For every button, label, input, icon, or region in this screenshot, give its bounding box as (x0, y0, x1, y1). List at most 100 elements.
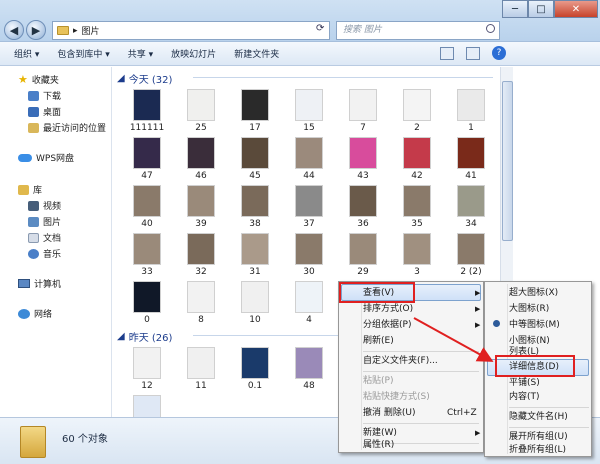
file-item[interactable]: 39 (175, 185, 227, 233)
close-button[interactable]: ✕ (554, 0, 598, 18)
sidebar-item-label: 网络 (34, 310, 53, 320)
file-item[interactable]: 25 (175, 89, 227, 137)
file-item[interactable]: 36 (337, 185, 389, 233)
menu-item-undo-delete[interactable]: 撤消 删除(U) Ctrl+Z (363, 405, 477, 421)
group-header-today[interactable]: ◢ 今天 (32) (117, 71, 172, 86)
sidebar-item-recent[interactable]: 最近访问的位置 (28, 121, 106, 134)
file-item[interactable]: 45 (229, 137, 281, 185)
file-item[interactable]: 111111 (121, 89, 173, 137)
menu-item-group[interactable]: 分组依据(P) ▶ (363, 317, 480, 333)
file-item[interactable]: 29 (337, 233, 389, 281)
back-button[interactable]: ◀ (4, 20, 24, 40)
file-item[interactable]: 31 (229, 233, 281, 281)
menu-item-medium-icons[interactable]: 中等图标(M) (509, 317, 560, 333)
file-item[interactable]: 2 (391, 89, 443, 137)
share-button[interactable]: 共享 ▾ (128, 47, 153, 60)
file-item[interactable]: 4 (283, 281, 335, 329)
slideshow-button[interactable]: 放映幻灯片 (171, 47, 216, 60)
file-item[interactable]: 3 (391, 233, 443, 281)
menu-item-content[interactable]: 内容(T) (509, 389, 540, 405)
menu-separator (363, 423, 479, 424)
file-item[interactable]: 40 (121, 185, 173, 233)
file-item[interactable]: 2 (2) (445, 233, 497, 281)
file-thumbnail (403, 185, 431, 217)
file-item[interactable]: 38 (229, 185, 281, 233)
sidebar-item-computer[interactable]: 计算机 (18, 277, 61, 290)
sidebar-item-network[interactable]: 网络 (18, 307, 52, 320)
sidebar-item-downloads[interactable]: 下载 (28, 89, 61, 102)
download-folder-icon (28, 90, 39, 101)
file-item[interactable]: 32 (175, 233, 227, 281)
file-item[interactable]: 34 (445, 185, 497, 233)
menu-item-properties[interactable]: 属性(R) (363, 437, 394, 453)
menu-item-paste-shortcut[interactable]: 粘贴快捷方式(S) (363, 389, 430, 405)
file-item[interactable]: 10 (229, 281, 281, 329)
forward-button[interactable]: ▶ (26, 20, 46, 40)
menu-item-large-icons[interactable]: 大图标(R) (509, 301, 549, 317)
search-icon[interactable] (486, 24, 495, 33)
file-item[interactable]: 46 (175, 137, 227, 185)
file-item[interactable]: 33 (121, 233, 173, 281)
navigation-pane: ★ 收藏夹 下载 桌面 最近访问的位置 WPS网盘 库 视频 图片 文档 音乐 … (0, 67, 112, 417)
file-item[interactable]: 1 (445, 89, 497, 137)
file-name: 39 (195, 219, 207, 229)
sidebar-item-videos[interactable]: 视频 (28, 199, 61, 212)
file-thumbnail (349, 185, 377, 217)
file-item[interactable]: 30 (283, 233, 335, 281)
menu-separator (509, 427, 589, 428)
menu-item-view[interactable]: 查看(V) ▶ (363, 285, 480, 301)
organize-button[interactable]: 组织 ▾ (14, 47, 39, 60)
view-options-icon[interactable] (440, 46, 454, 60)
scrollbar-thumb[interactable] (502, 81, 513, 241)
include-in-library-button[interactable]: 包含到库中 ▾ (57, 47, 109, 60)
sidebar-item-favorites[interactable]: ★ 收藏夹 (18, 73, 59, 86)
file-item[interactable]: 0.1 (229, 347, 281, 395)
file-item[interactable]: 42 (391, 137, 443, 185)
file-name: 30 (303, 267, 315, 277)
sidebar-item-pictures[interactable]: 图片 (28, 215, 61, 228)
sidebar-item-library[interactable]: 库 (18, 183, 42, 196)
file-item[interactable]: 37 (283, 185, 335, 233)
menu-item-collapse-groups[interactable]: 折叠所有组(L) (509, 442, 566, 458)
sidebar-item-desktop[interactable]: 桌面 (28, 105, 61, 118)
menu-item-xl-icons[interactable]: 超大图标(X) (509, 285, 558, 301)
file-item[interactable]: 41 (445, 137, 497, 185)
help-icon[interactable]: ? (492, 46, 506, 60)
file-item[interactable]: 48 (283, 347, 335, 395)
new-folder-button[interactable]: 新建文件夹 (234, 47, 279, 60)
file-item[interactable]: 15 (283, 89, 335, 137)
sidebar-item-documents[interactable]: 文档 (28, 231, 61, 244)
menu-item-customize[interactable]: 自定义文件夹(F)... (363, 353, 438, 369)
file-item[interactable]: 11 (175, 347, 227, 395)
file-item[interactable]: 44 (283, 137, 335, 185)
menu-item-sort[interactable]: 排序方式(O) ▶ (363, 301, 480, 317)
file-item[interactable]: 0 (121, 281, 173, 329)
search-input[interactable]: 搜索 图片 (336, 21, 500, 40)
file-thumbnail (349, 233, 377, 265)
file-name: 3 (414, 267, 420, 277)
file-item[interactable]: 47 (121, 137, 173, 185)
minimize-button[interactable]: ─ (502, 0, 528, 18)
address-bar[interactable]: ▸ 图片 (52, 21, 330, 40)
file-item[interactable]: 43 (337, 137, 389, 185)
menu-label: 详细信息(D) (509, 362, 559, 372)
maximize-button[interactable]: □ (528, 0, 554, 18)
file-item[interactable] (121, 395, 173, 417)
sidebar-item-label: 下载 (43, 92, 62, 102)
preview-pane-icon[interactable] (466, 46, 480, 60)
sidebar-item-music[interactable]: 音乐 (28, 247, 61, 260)
file-item[interactable]: 17 (229, 89, 281, 137)
menu-item-details[interactable]: 详细信息(D) (509, 359, 559, 375)
file-item[interactable]: 35 (391, 185, 443, 233)
menu-item-hide-names[interactable]: 隐藏文件名(H) (509, 409, 568, 425)
file-item[interactable]: 7 (337, 89, 389, 137)
sidebar-item-wps[interactable]: WPS网盘 (18, 151, 74, 164)
menu-label: 隐藏文件名(H) (509, 412, 568, 422)
refresh-icon[interactable]: ⟳ (316, 23, 324, 34)
file-item[interactable]: 8 (175, 281, 227, 329)
menu-item-refresh[interactable]: 刷新(E) (363, 333, 394, 349)
group-header-yesterday[interactable]: ◢ 昨天 (26) (117, 329, 172, 344)
file-name: 2 (2) (460, 267, 482, 277)
file-item[interactable]: 12 (121, 347, 173, 395)
menu-item-paste[interactable]: 粘贴(P) (363, 373, 393, 389)
